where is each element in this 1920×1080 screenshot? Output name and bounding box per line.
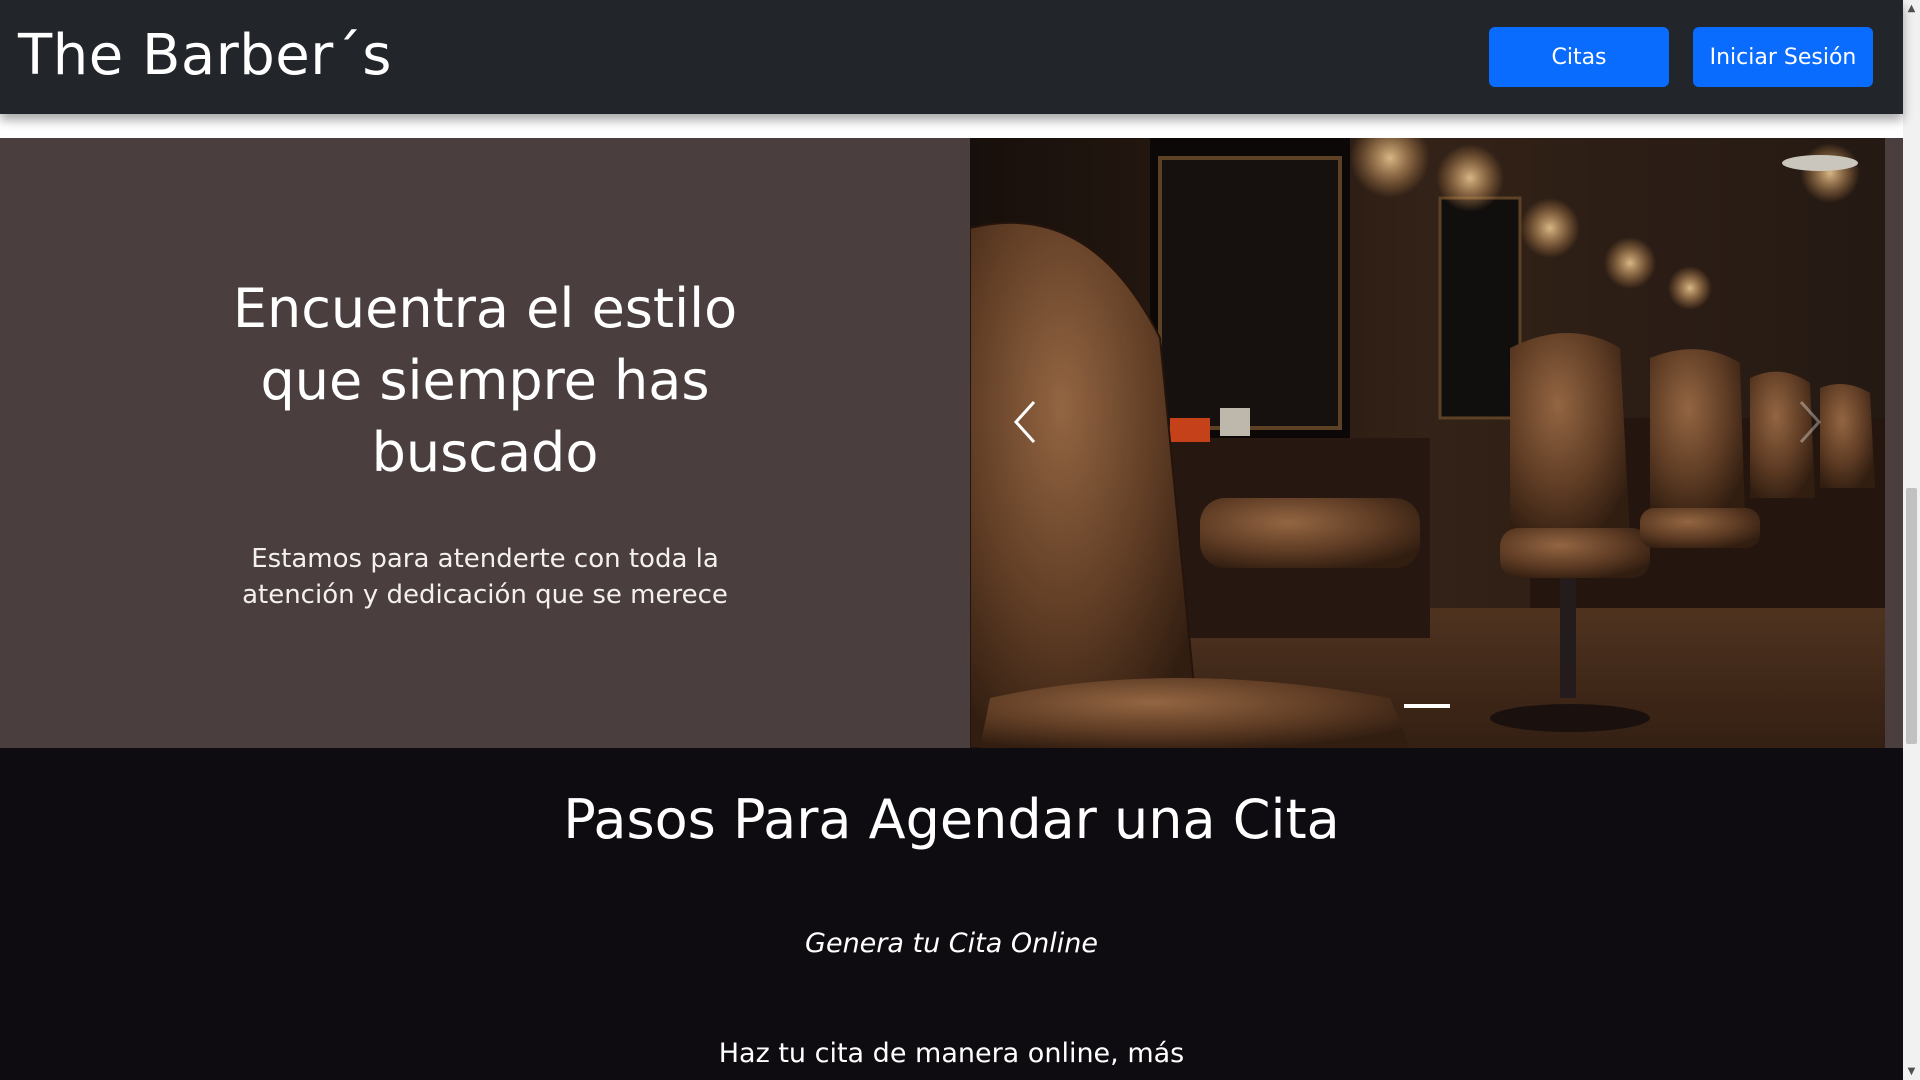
steps-title: Pasos Para Agendar una Cita [563,788,1340,851]
steps-description-text: Haz tu cita de manera online, más [718,1038,1185,1069]
scroll-down-arrow-icon[interactable]: ▼ [1903,1063,1920,1080]
scroll-up-arrow-icon[interactable]: ▲ [1903,0,1920,17]
hero-text-block: Encuentra el estilo que siempre has busc… [0,138,970,748]
citas-button[interactable]: Citas [1489,27,1669,87]
hero-section: Encuentra el estilo que siempre has busc… [0,138,1903,748]
login-button[interactable]: Iniciar Sesión [1693,27,1873,87]
image-carousel[interactable] [970,138,1885,748]
hero-title: Encuentra el estilo que siempre has busc… [232,277,738,484]
navbar-spacer [0,114,1903,138]
carousel-prev-button[interactable] [1010,398,1070,478]
navbar: The Barber´s Citas Iniciar Sesión [0,0,1903,114]
carousel-indicator-active[interactable] [1404,704,1450,708]
steps-subtitle: Genera tu Cita Online [805,928,1098,959]
hero-edge [1885,138,1903,748]
carousel-next-button[interactable] [1795,398,1855,478]
chevron-left-icon [1013,400,1036,444]
scroll-thumb[interactable] [1906,488,1917,744]
brand-logo-text[interactable]: The Barber´s [18,22,392,90]
steps-description: Haz tu cita de manera online, más [0,1036,1903,1072]
steps-section: Pasos Para Agendar una Cita Genera tu Ci… [0,748,1903,1080]
barbershop-photo [970,138,1885,748]
chevron-right-icon [1799,400,1822,444]
hero-subtitle: Estamos para atenderte con toda la atenc… [242,544,728,610]
page-scrollbar[interactable]: ▲ ▼ [1903,0,1920,1080]
